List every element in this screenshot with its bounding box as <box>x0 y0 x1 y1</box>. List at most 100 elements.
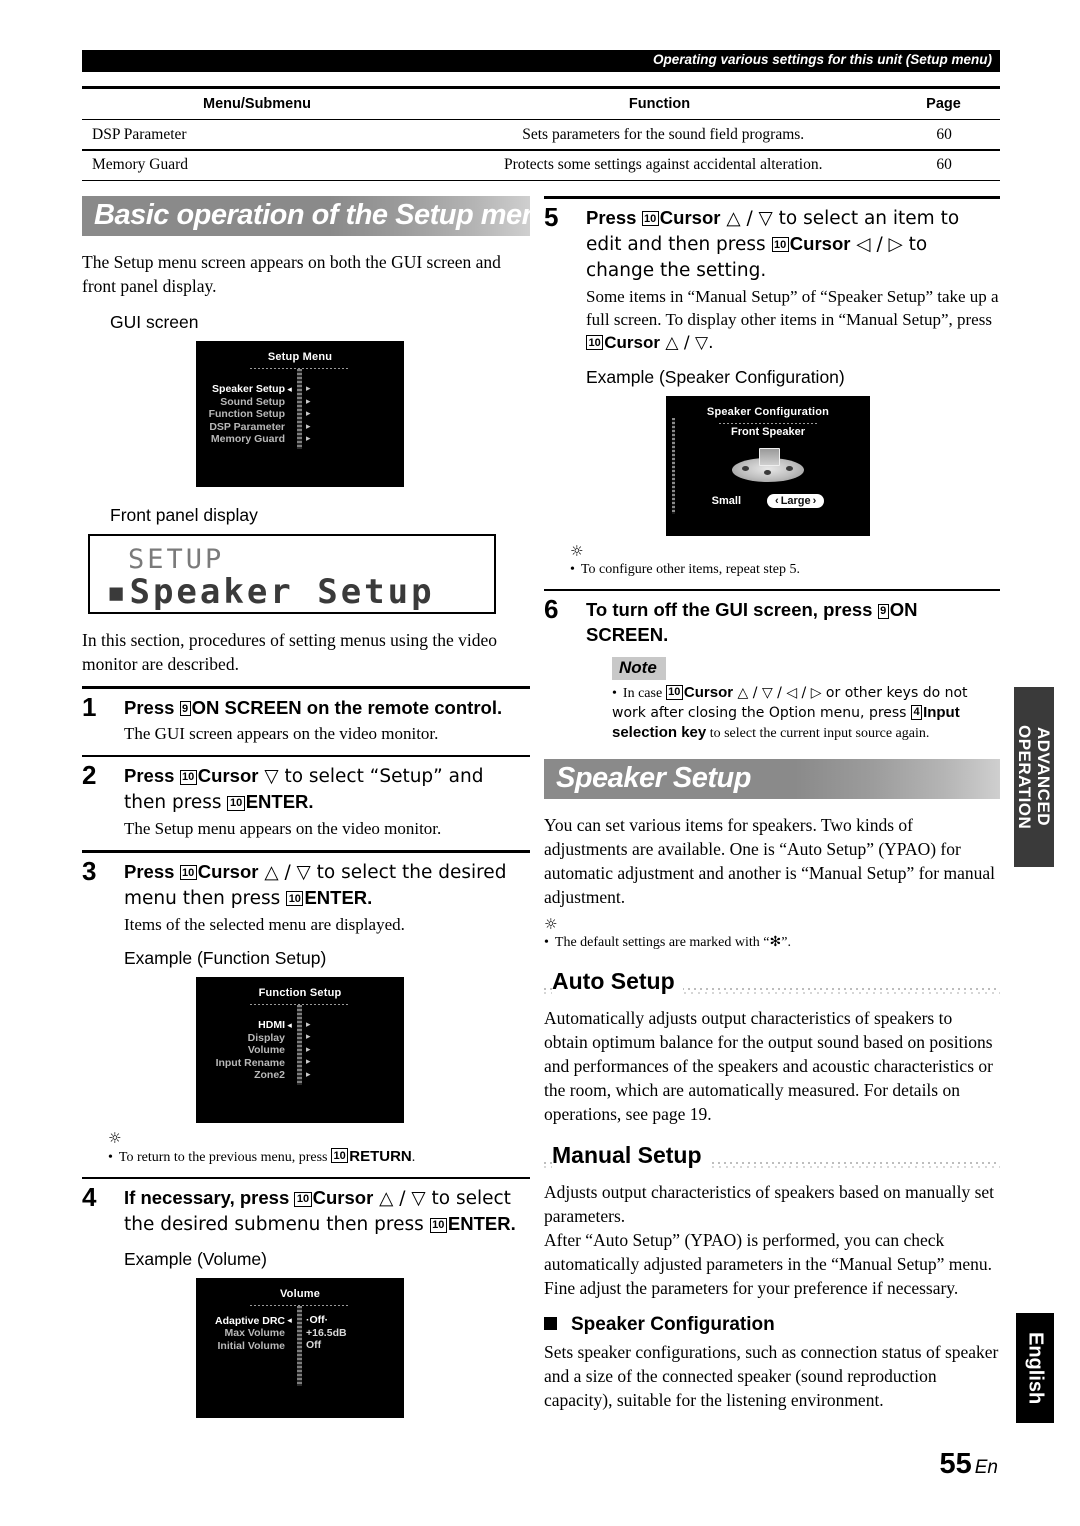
key-badge: 10 <box>179 865 197 881</box>
item-label: Input Rename <box>215 1056 285 1069</box>
step-4: 4 If necessary, press 10 Cursor △ / ▽ to … <box>82 1182 530 1419</box>
column-header-function: Function <box>628 96 691 112</box>
example-label-function-setup: Example (Function Setup) <box>124 947 327 968</box>
step-separator <box>544 588 1000 592</box>
manual-setup-body-1: Adjusts output characteristics of speake… <box>544 1182 995 1227</box>
tip-text: The default settings are marked with “✻”… <box>544 933 1000 952</box>
tip-text: To configure other items, repeat step 5. <box>570 560 1000 579</box>
step-body-post: △ / ▽. <box>659 332 714 353</box>
volume-item-max-volume[interactable]: Max Volume <box>206 1327 294 1340</box>
item-label: DSP Parameter <box>209 420 285 433</box>
submenu-arrow-icon: ▸ <box>306 1018 311 1029</box>
running-header-text: Operating various settings for this unit… <box>652 52 992 67</box>
item-label: Zone2 <box>254 1069 285 1082</box>
setup-menu-screenshot: Setup Menu Speaker Setup ◂ Sound Setup F… <box>196 341 404 487</box>
step-body: The GUI screen appears on the video moni… <box>124 723 439 743</box>
speaker-size-option-small[interactable]: Small <box>712 495 741 507</box>
tip-text-post: . <box>411 1149 416 1165</box>
step-2: 2 Press 10 Cursor ▽ to select “Setup” and… <box>82 760 530 840</box>
speaker-setup-intro: You can set various items for speakers. … <box>544 815 995 908</box>
step-number: 4 <box>82 1182 97 1213</box>
step-text: Press <box>124 860 180 882</box>
function-setup-item-volume[interactable]: Volume <box>206 1044 294 1057</box>
scroll-divider <box>297 369 302 449</box>
front-panel-display-label: Front panel display <box>110 505 258 525</box>
section-banner-title: Speaker Setup <box>556 762 751 795</box>
step-body-pre: Some items in “Manual Setup” of “Speaker… <box>586 286 999 329</box>
subsection-manual-setup: Manual Setup <box>544 1142 1000 1172</box>
key-badge: 9 <box>179 701 191 717</box>
key-badge: 10 <box>331 1148 349 1164</box>
step-text: . <box>308 791 314 813</box>
side-tab-language: English <box>1016 1313 1054 1423</box>
function-setup-screenshot: Function Setup HDMI ◂ Display Volume Inp… <box>196 976 404 1123</box>
submenu-arrow-icon: ▸ <box>306 383 311 393</box>
subsection-heading: Auto Setup <box>552 968 683 995</box>
step-1: 1 Press 9 ON SCREEN on the remote control… <box>82 692 530 745</box>
speaker-size-option-large[interactable]: Large <box>767 493 825 508</box>
setup-menu-item-sound-setup[interactable]: Sound Setup <box>206 396 294 409</box>
key-name: Cursor <box>197 765 259 787</box>
table-row: Memory Guard Protects some settings agai… <box>82 151 1000 180</box>
setup-menu-item-memory-guard[interactable]: Memory Guard <box>206 433 294 446</box>
function-setup-item-display[interactable]: Display <box>206 1031 294 1044</box>
front-panel-display: SETUP ▪Speaker Setup <box>88 534 496 614</box>
step-body: Items of the selected menu are displayed… <box>124 914 405 934</box>
function-setup-item-zone2[interactable]: Zone2 <box>206 1069 294 1082</box>
submenu-arrow-icon: ▸ <box>306 1031 311 1042</box>
intro-paragraph: The Setup menu screen appears on both th… <box>82 252 501 296</box>
step-separator <box>82 754 530 758</box>
step-text: on the remote control. <box>301 696 503 718</box>
cell-function: Sets parameters for the sound field prog… <box>522 125 805 143</box>
key-badge: 10 <box>586 335 604 351</box>
video-monitor-paragraph: In this section, procedures of setting m… <box>82 630 498 674</box>
step-text: If necessary, press <box>124 1187 295 1209</box>
note-text-pre: In case <box>622 686 666 702</box>
step-heading: Press 10 Cursor ▽ to select “Setup” and t… <box>124 763 530 815</box>
submenu-arrow-icon: ▸ <box>306 1043 311 1054</box>
setup-menu-list: Speaker Setup ◂ Sound Setup Function Set… <box>206 383 294 446</box>
step-number: 6 <box>544 594 559 625</box>
function-setup-item-hdmi[interactable]: HDMI ◂ <box>206 1019 294 1032</box>
note-badge: Note <box>612 657 666 681</box>
cursor-marker-icon: ◂ <box>287 383 292 394</box>
subsection-heading: Speaker Configuration <box>571 1314 775 1336</box>
function-setup-item-input-rename[interactable]: Input Rename <box>206 1056 294 1069</box>
setup-menu-item-function-setup[interactable]: Function Setup <box>206 408 294 421</box>
step-5: 5 Press 10 Cursor △ / ▽ to select an item… <box>544 202 1000 536</box>
setup-menu-item-speaker-setup[interactable]: Speaker Setup ◂ <box>206 383 294 396</box>
key-badge: 9 <box>877 603 889 619</box>
submenu-arrow-icon: ▸ <box>306 420 311 431</box>
item-label: Adaptive DRC <box>214 1314 285 1327</box>
step-6: 6 To turn off the GUI screen, press 9 ON … <box>544 594 1000 743</box>
item-label: Volume <box>247 1044 285 1057</box>
speaker-illustration-icon <box>732 447 804 482</box>
key-name: Cursor <box>659 206 721 228</box>
subsection-auto-setup: Auto Setup <box>544 968 1000 998</box>
item-label: HDMI <box>258 1019 285 1032</box>
scroll-divider <box>297 1004 302 1085</box>
step-heading: Press 10 Cursor △ / ▽ to select an item t… <box>586 205 1000 283</box>
step-heading: To turn off the GUI screen, press 9 ON SC… <box>586 597 1000 647</box>
tip-default-settings: ☼ The default settings are marked with “… <box>544 917 1000 952</box>
volume-title: Volume <box>279 1288 321 1301</box>
volume-item-adaptive-drc[interactable]: Adaptive DRC ◂ <box>206 1314 294 1327</box>
speaker-configuration-screenshot: Speaker Configuration Front Speaker Smal… <box>666 395 870 536</box>
tip-bulb-icon: ☼ <box>570 541 583 560</box>
side-tab-advanced-operation: ADVANCED OPERATION <box>1014 687 1054 867</box>
key-name: ENTER <box>304 886 368 908</box>
example-label-volume: Example (Volume) <box>124 1249 267 1270</box>
volume-item-initial-volume[interactable]: Initial Volume <box>206 1339 294 1352</box>
volume-value-max-volume: +16.5dB <box>306 1326 347 1339</box>
step-text: . <box>510 1213 516 1235</box>
key-name: RETURN <box>349 1147 412 1165</box>
scroll-divider <box>297 1306 302 1387</box>
key-name: ENTER <box>447 1213 511 1235</box>
note-text: In case 10Cursor △ / ▽ / ◁ / ▷ or other … <box>612 683 1000 743</box>
setup-menu-title: Setup Menu <box>267 351 333 363</box>
key-name: Cursor <box>789 232 851 254</box>
right-column: 5 Press 10 Cursor △ / ▽ to select an item… <box>544 196 1000 1418</box>
step-separator <box>544 196 1000 199</box>
setup-menu-item-dsp-parameter[interactable]: DSP Parameter <box>206 421 294 434</box>
left-column: Basic operation of the Setup menu The Se… <box>82 196 557 1422</box>
